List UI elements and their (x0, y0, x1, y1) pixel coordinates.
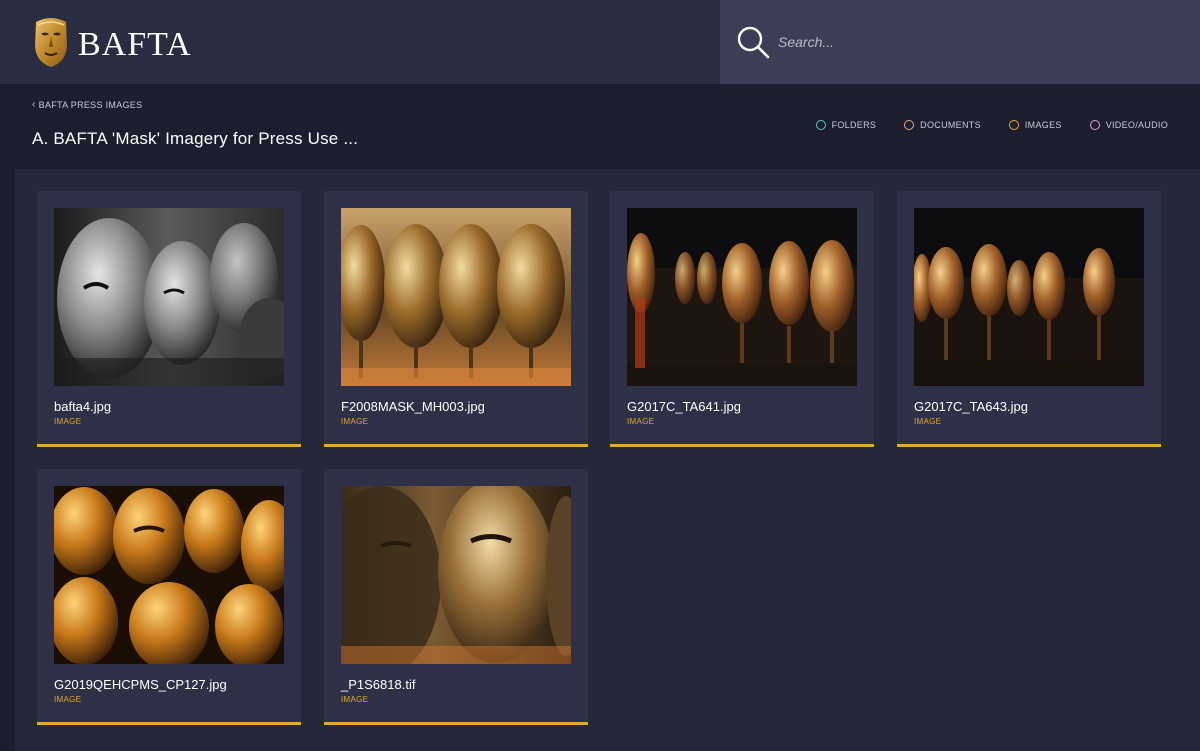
thumbnail-image (54, 208, 284, 386)
thumbnail-image (54, 486, 284, 664)
search-bar[interactable] (720, 0, 1200, 84)
file-thumbnail[interactable] (341, 486, 571, 664)
filter-images[interactable]: IMAGES (1008, 120, 1062, 130)
breadcrumb-label: BAFTA PRESS IMAGES (38, 100, 143, 110)
bafta-mask-icon (35, 18, 67, 67)
file-card[interactable]: bafta4.jpg IMAGE (37, 191, 301, 447)
images-dot-icon (1008, 120, 1019, 130)
filter-folders[interactable]: FOLDERS (815, 120, 877, 130)
file-thumbnail[interactable] (54, 208, 284, 386)
bafta-logo[interactable]: BAFTA (32, 14, 192, 70)
file-card[interactable]: _P1S6818.tif IMAGE (324, 469, 588, 725)
page-title: A. BAFTA 'Mask' Imagery for Press Use ..… (32, 129, 359, 148)
search-input[interactable] (778, 27, 1158, 57)
breadcrumb[interactable]: ‹ BAFTA PRESS IMAGES (32, 99, 143, 111)
file-type: IMAGE (54, 695, 82, 704)
video-audio-dot-icon (1089, 120, 1100, 130)
file-thumbnail[interactable] (341, 208, 571, 386)
file-type: IMAGE (627, 417, 655, 426)
folders-dot-icon (815, 120, 826, 130)
file-card[interactable]: G2017C_TA641.jpg IMAGE (610, 191, 874, 447)
chevron-left-icon: ‹ (32, 99, 36, 110)
file-grid: bafta4.jpg IMAGE F2008MASK_MH003.jpg IMA… (15, 169, 1200, 751)
thumbnail-image (627, 208, 857, 386)
file-name: G2017C_TA641.jpg (627, 399, 741, 414)
file-card[interactable]: G2019QEHCPMS_CP127.jpg IMAGE (37, 469, 301, 725)
documents-dot-icon (904, 120, 915, 130)
logo-wordmark: BAFTA (78, 26, 192, 63)
file-thumbnail[interactable] (627, 208, 857, 386)
filter-label: FOLDERS (831, 120, 877, 130)
file-type: IMAGE (341, 417, 369, 426)
file-type: IMAGE (914, 417, 942, 426)
thumbnail-image (341, 208, 571, 386)
filter-documents[interactable]: DOCUMENTS (904, 120, 981, 130)
filter-video-audio[interactable]: VIDEO/AUDIO (1089, 120, 1168, 130)
file-name: G2017C_TA643.jpg (914, 399, 1028, 414)
search-icon[interactable] (736, 25, 770, 59)
file-name: bafta4.jpg (54, 399, 112, 414)
file-thumbnail[interactable] (54, 486, 284, 664)
filter-label: VIDEO/AUDIO (1105, 120, 1168, 130)
thumbnail-image (341, 486, 571, 664)
header-bar: BAFTA (0, 0, 1200, 84)
file-thumbnail[interactable] (914, 208, 1144, 386)
file-card[interactable]: F2008MASK_MH003.jpg IMAGE (324, 191, 588, 447)
filter-label: IMAGES (1024, 120, 1062, 130)
file-name: _P1S6818.tif (341, 677, 416, 692)
filter-label: DOCUMENTS (920, 120, 981, 130)
type-filters: FOLDERS DOCUMENTS IMAGES VIDEO/AUDIO (815, 120, 1168, 130)
file-type: IMAGE (54, 417, 82, 426)
file-name: G2019QEHCPMS_CP127.jpg (54, 677, 227, 692)
file-name: F2008MASK_MH003.jpg (341, 399, 485, 414)
thumbnail-image (914, 208, 1144, 386)
file-card[interactable]: G2017C_TA643.jpg IMAGE (897, 191, 1161, 447)
file-type: IMAGE (341, 695, 369, 704)
